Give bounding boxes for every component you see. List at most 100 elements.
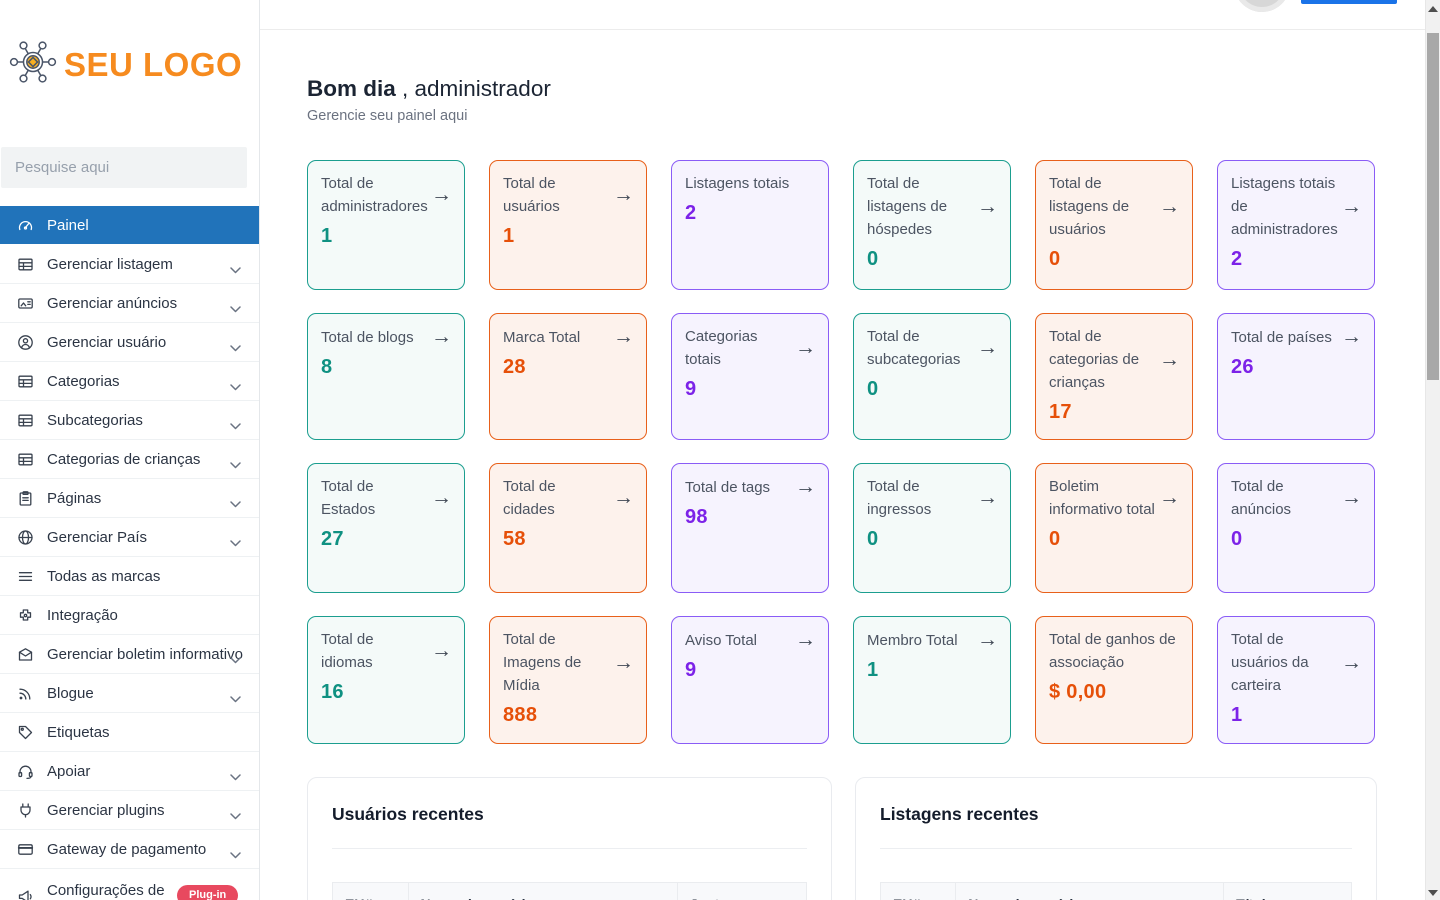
arrow-right-icon[interactable]: → [795, 628, 816, 652]
arrow-right-icon[interactable]: → [1341, 651, 1362, 675]
arrow-right-icon[interactable]: → [1159, 348, 1180, 372]
sidebar-item-apoiar[interactable]: Apoiar [0, 752, 259, 791]
arrow-right-icon[interactable]: → [613, 325, 634, 349]
chevron-down-icon [230, 456, 241, 474]
stat-card-total-de-imagens-de-midia[interactable]: Total de Imagens de Mídia → 888 [489, 616, 647, 744]
arrow-right-icon[interactable]: → [431, 325, 452, 349]
sidebar-item-categorias[interactable]: Categorias [0, 362, 259, 401]
sidebar-item-todas-as-marcas[interactable]: Todas as marcas [0, 557, 259, 596]
sidebar-item-gerenciar-plugins[interactable]: Gerenciar plugins [0, 791, 259, 830]
divider [332, 848, 807, 849]
recent-users-table: EU#Nome de usuárioJuntou-se [332, 882, 808, 900]
scroll-up-arrow-icon[interactable] [1428, 6, 1438, 12]
card-header: Total de ganhos de associação [1049, 628, 1180, 674]
arrow-right-icon[interactable]: → [431, 639, 452, 663]
card-header: Total de idiomas → [321, 628, 452, 674]
sidebar-item-label: Blogue [47, 684, 94, 702]
card-header: Total de usuários da carteira → [1231, 628, 1362, 697]
card-value: 2 [685, 202, 697, 224]
arrow-right-icon[interactable]: → [1341, 325, 1362, 349]
stat-card-membro-total[interactable]: Membro Total → 1 [853, 616, 1011, 744]
stat-card-total-de-subcategorias[interactable]: Total de subcategorias → 0 [853, 313, 1011, 440]
stat-card-total-de-blogs[interactable]: Total de blogs → 8 [307, 313, 465, 440]
arrow-right-icon[interactable]: → [795, 475, 816, 499]
stat-card-total-de-administradores[interactable]: Total de administradores → 1 [307, 160, 465, 290]
stat-card-total-de-anuncios[interactable]: Total de anúncios → 0 [1217, 463, 1375, 593]
arrow-right-icon[interactable]: → [613, 651, 634, 675]
sidebar-item-blogue[interactable]: Blogue [0, 674, 259, 713]
card-header: Membro Total → [867, 628, 998, 652]
sidebar-item-subcategorias[interactable]: Subcategorias [0, 401, 259, 440]
stat-card-total-de-paises[interactable]: Total de países → 26 [1217, 313, 1375, 440]
stat-card-total-de-listagens-de-hospedes[interactable]: Total de listagens de hóspedes → 0 [853, 160, 1011, 290]
stat-card-total-de-cidades[interactable]: Total de cidades → 58 [489, 463, 647, 593]
arrow-right-icon[interactable]: → [431, 486, 452, 510]
table-icon [17, 373, 34, 390]
stat-card-total-de-usuarios-da-carteira[interactable]: Total de usuários da carteira → 1 [1217, 616, 1375, 744]
table-column-titulo: Título [1223, 882, 1352, 900]
card-header: Total de listagens de usuários → [1049, 172, 1180, 241]
scrollbar[interactable] [1425, 0, 1440, 900]
stat-card-categorias-totais[interactable]: Categorias totais → 9 [671, 313, 829, 440]
sidebar-item-gerenciar-boletim-informativo[interactable]: Gerenciar boletim informativo [0, 635, 259, 674]
card-value: 26 [1231, 356, 1254, 378]
arrow-right-icon[interactable]: → [977, 195, 998, 219]
sidebar-item-label: Gerenciar anúncios [47, 294, 178, 312]
arrow-right-icon[interactable]: → [613, 183, 634, 207]
arrow-right-icon[interactable]: → [795, 336, 816, 360]
table-icon [17, 412, 34, 429]
sidebar-item-gerenciar-listagem[interactable]: Gerenciar listagem [0, 245, 259, 284]
stat-card-listagens-totais-de-administradores[interactable]: Listagens totais de administradores → 2 [1217, 160, 1375, 290]
arrow-right-icon[interactable]: → [1159, 486, 1180, 510]
sidebar-item-integracao[interactable]: Integração [0, 596, 259, 635]
sidebar-search [1, 147, 247, 188]
scrollbar-thumb[interactable] [1427, 33, 1439, 380]
panel-title: Usuários recentes [332, 804, 484, 824]
sidebar-item-categorias-de-criancas[interactable]: Categorias de crianças [0, 440, 259, 479]
arrow-right-icon[interactable]: → [1159, 195, 1180, 219]
support-icon [17, 763, 34, 780]
stat-card-aviso-total[interactable]: Aviso Total → 9 [671, 616, 829, 744]
card-header: Listagens totais de administradores → [1231, 172, 1362, 241]
card-title: Total de Estados [321, 478, 376, 518]
stat-card-total-de-categorias-de-criancas[interactable]: Total de categorias de crianças → 17 [1035, 313, 1193, 440]
logo[interactable]: SEU LOGO [8, 36, 242, 93]
sidebar-item-painel[interactable]: Painel [0, 206, 259, 244]
arrow-right-icon[interactable]: → [431, 183, 452, 207]
sidebar-item-gerenciar-pais[interactable]: Gerenciar País [0, 518, 259, 557]
card-title: Total de idiomas [321, 631, 374, 671]
arrow-right-icon[interactable]: → [977, 628, 998, 652]
chevron-down-icon [230, 768, 241, 786]
sidebar-item-gerenciar-usuario[interactable]: Gerenciar usuário [0, 323, 259, 362]
sidebar-item-paginas[interactable]: Páginas [0, 479, 259, 518]
stat-card-total-de-listagens-de-usuarios[interactable]: Total de listagens de usuários → 0 [1035, 160, 1193, 290]
chevron-down-icon [230, 417, 241, 435]
stat-card-total-de-estados[interactable]: Total de Estados → 27 [307, 463, 465, 593]
arrow-right-icon[interactable]: → [1341, 486, 1362, 510]
card-title: Membro Total [867, 631, 958, 649]
sidebar-item-etiquetas[interactable]: Etiquetas [0, 713, 259, 752]
stat-card-marca-total[interactable]: Marca Total → 28 [489, 313, 647, 440]
arrow-right-icon[interactable]: → [977, 336, 998, 360]
sidebar-item-configuracoes-de[interactable]: Configurações de Plug-in [0, 869, 259, 900]
stat-card-total-de-tags[interactable]: Total de tags → 98 [671, 463, 829, 593]
card-value: 28 [503, 356, 526, 378]
stat-card-total-de-ingressos[interactable]: Total de ingressos → 0 [853, 463, 1011, 593]
sidebar-item-gerenciar-anuncios[interactable]: Gerenciar anúncios [0, 284, 259, 323]
stat-card-total-de-usuarios[interactable]: Total de usuários → 1 [489, 160, 647, 290]
sidebar-item-label: Integração [47, 606, 118, 624]
arrow-right-icon[interactable]: → [977, 486, 998, 510]
card-value: 17 [1049, 401, 1072, 423]
arrow-right-icon[interactable]: → [1341, 195, 1362, 219]
arrow-right-icon[interactable]: → [613, 486, 634, 510]
stat-card-listagens-totais[interactable]: Listagens totais 2 [671, 160, 829, 290]
scroll-down-arrow-icon[interactable] [1428, 890, 1438, 896]
stat-card-boletim-informativo-total[interactable]: Boletim informativo total → 0 [1035, 463, 1193, 593]
stat-card-total-de-idiomas[interactable]: Total de idiomas → 16 [307, 616, 465, 744]
sidebar-item-label: Painel [47, 216, 89, 234]
sidebar-item-gateway-de-pagamento[interactable]: Gateway de pagamento [0, 830, 259, 869]
topbar-blue-button[interactable] [1301, 0, 1397, 4]
stat-card-total-de-ganhos-de-associacao[interactable]: Total de ganhos de associação $ 0,00 [1035, 616, 1193, 744]
search-input[interactable] [1, 147, 247, 188]
table-column-nome-de-usuario: Nome de usuário [407, 882, 678, 900]
